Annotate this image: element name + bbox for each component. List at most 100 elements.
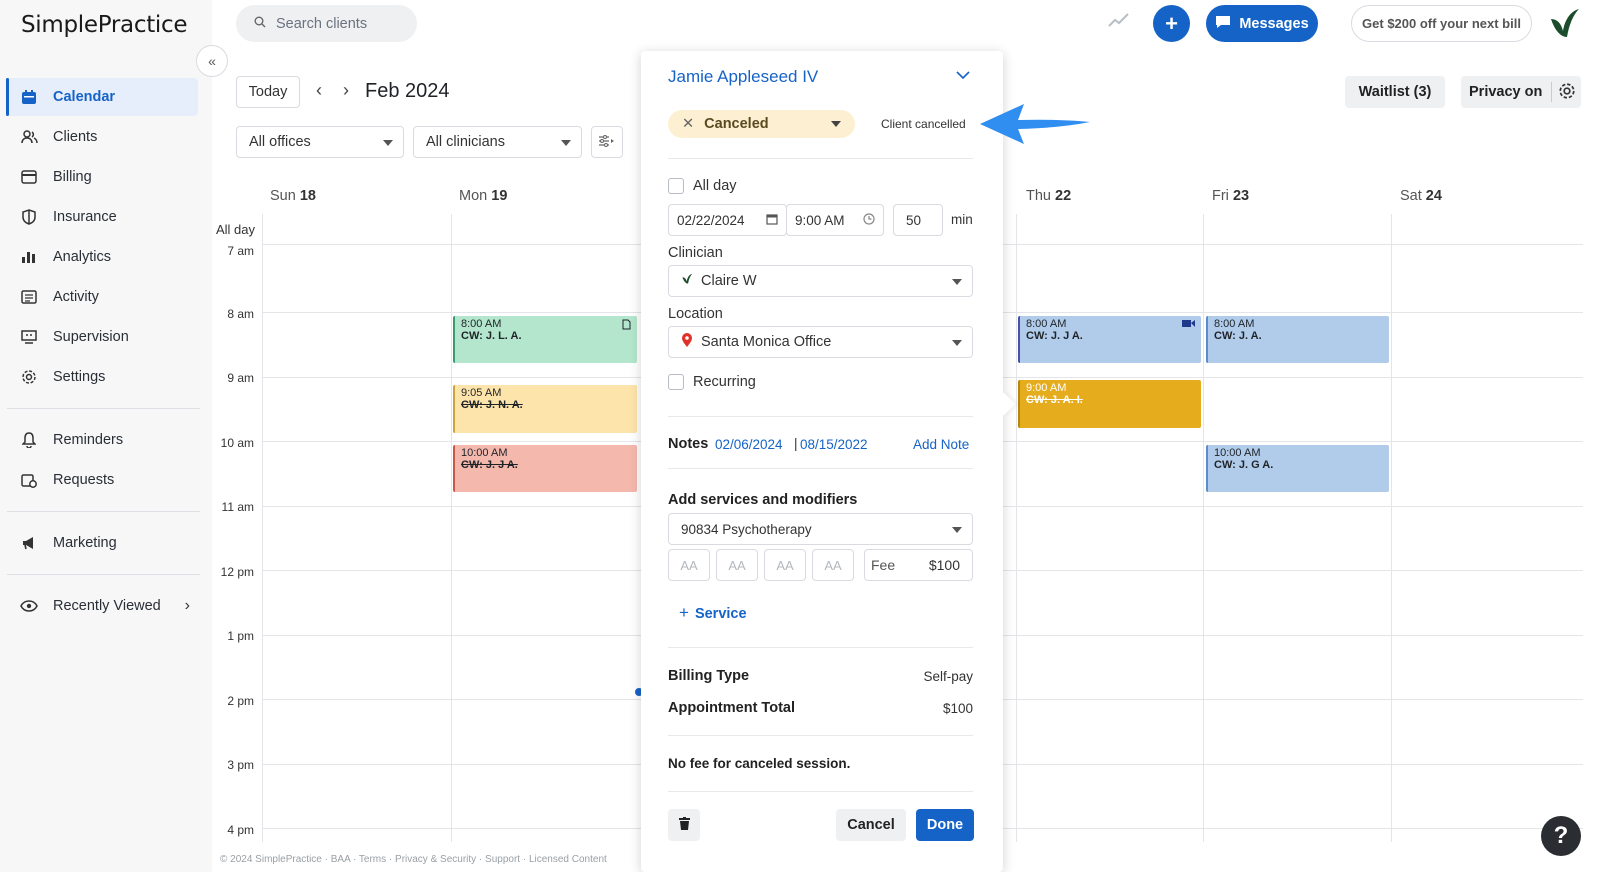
sidebar: SimplePractice Calendar Clients Billing …: [0, 0, 212, 872]
app-logo[interactable]: SimplePractice: [21, 12, 188, 38]
no-fee-message: No fee for canceled session.: [668, 756, 851, 771]
modifier-input[interactable]: AA: [812, 549, 854, 581]
close-icon: ✕: [682, 116, 695, 132]
client-name-link[interactable]: Jamie Appleseed IV: [668, 67, 818, 87]
hour-label: 9 am: [227, 371, 254, 385]
note-link[interactable]: 02/06/2024: [715, 437, 783, 452]
appointment-event[interactable]: 9:05 AM CW: J. N. A.: [453, 385, 637, 433]
sidebar-item-billing[interactable]: Billing: [7, 158, 198, 196]
day-header-sun[interactable]: Sun 18: [270, 188, 316, 204]
credit-card-icon: [20, 168, 38, 186]
add-service-button[interactable]: + Service: [679, 603, 747, 623]
appointment-event[interactable]: 8:00 AM CW: J. L. A.: [453, 316, 637, 363]
plus-icon: +: [679, 603, 689, 622]
all-day-checkbox[interactable]: [668, 178, 684, 194]
sidebar-item-requests[interactable]: Requests: [7, 461, 198, 499]
messages-button[interactable]: Messages: [1206, 5, 1318, 42]
chevron-right-icon[interactable]: ›: [343, 80, 349, 101]
sidebar-item-insurance[interactable]: Insurance: [7, 198, 198, 236]
event-time: 10:00 AM: [1214, 447, 1261, 459]
offices-select[interactable]: All offices: [236, 126, 404, 158]
day-header-fri[interactable]: Fri 23: [1212, 188, 1249, 204]
duration-input[interactable]: 50: [893, 204, 943, 236]
user-avatar[interactable]: [1547, 7, 1581, 41]
modifier-input[interactable]: AA: [764, 549, 806, 581]
done-button[interactable]: Done: [916, 809, 974, 841]
sidebar-item-recently-viewed[interactable]: Recently Viewed ›: [7, 587, 198, 625]
footer-links[interactable]: © 2024 SimplePractice · BAA · Terms · Pr…: [220, 854, 607, 865]
event-client: CW: J. G A.: [1214, 459, 1274, 471]
filter-settings-button[interactable]: [591, 126, 623, 158]
today-button[interactable]: Today: [236, 76, 300, 108]
sidebar-item-marketing[interactable]: Marketing: [7, 524, 198, 562]
clock-icon: [863, 213, 875, 228]
privacy-toggle-button[interactable]: Privacy on: [1461, 76, 1581, 108]
gear-icon[interactable]: [1558, 82, 1576, 104]
location-select[interactable]: Santa Monica Office: [668, 326, 973, 358]
day-header-mon[interactable]: Mon 19: [459, 188, 507, 204]
event-time: 8:00 AM: [1214, 318, 1255, 330]
sidebar-item-clients[interactable]: Clients: [7, 118, 198, 156]
search-input[interactable]: Search clients: [236, 5, 417, 42]
sidebar-item-activity[interactable]: Activity: [7, 278, 198, 316]
privacy-label: Privacy on: [1469, 84, 1543, 100]
help-button[interactable]: ?: [1541, 816, 1581, 856]
modifier-input[interactable]: AA: [668, 549, 710, 581]
hour-label: 12 pm: [220, 565, 254, 579]
question-icon: ?: [1553, 822, 1569, 849]
double-chevron-left-icon: «: [208, 53, 216, 69]
fee-input[interactable]: Fee $100: [864, 549, 973, 581]
chevron-down-icon[interactable]: [956, 67, 970, 83]
event-client: CW: J. N. A.: [461, 399, 523, 411]
add-note-link[interactable]: Add Note: [913, 437, 969, 452]
event-time: 9:05 AM: [461, 387, 502, 399]
appointment-event[interactable]: 10:00 AM CW: J. G A.: [1206, 445, 1389, 492]
note-link[interactable]: 08/15/2022: [800, 437, 868, 452]
eye-icon: [20, 597, 38, 615]
event-time: 9:00 AM: [1026, 382, 1067, 394]
event-client: CW: J. A.: [1214, 330, 1262, 342]
fee-label: Fee: [871, 557, 896, 573]
clinician-avatar-icon: [681, 273, 693, 289]
waitlist-button[interactable]: Waitlist (3): [1345, 76, 1445, 108]
calendar-icon: [766, 213, 778, 228]
delete-button[interactable]: [668, 809, 700, 841]
appointment-event[interactable]: 9:00 AM CW: J. A. I.: [1018, 380, 1201, 428]
modifier-input[interactable]: AA: [716, 549, 758, 581]
users-icon: [20, 128, 38, 146]
sidebar-item-analytics[interactable]: Analytics: [7, 238, 198, 276]
recurring-checkbox[interactable]: [668, 374, 684, 390]
clinician-value: Claire W: [701, 273, 757, 289]
time-input[interactable]: 9:00 AM: [786, 204, 884, 236]
service-value: 90834 Psychotherapy: [681, 521, 812, 537]
sidebar-item-reminders[interactable]: Reminders: [7, 421, 198, 459]
sidebar-item-settings[interactable]: Settings: [7, 358, 198, 396]
appointment-status-select[interactable]: ✕ Canceled: [668, 110, 855, 138]
clinicians-select[interactable]: All clinicians: [413, 126, 582, 158]
sidebar-item-calendar[interactable]: Calendar: [6, 78, 198, 116]
date-input[interactable]: 02/22/2024: [668, 204, 787, 236]
chevron-left-icon[interactable]: ‹: [316, 80, 322, 101]
sidebar-item-supervision[interactable]: Supervision: [7, 318, 198, 356]
appointment-event[interactable]: 8:00 AM CW: J. A.: [1206, 316, 1389, 363]
allday-label: All day: [216, 222, 256, 237]
appointment-popover: Jamie Appleseed IV ✕ Canceled Client can…: [641, 51, 1003, 872]
appointment-event[interactable]: 8:00 AM CW: J. J A.: [1018, 316, 1201, 363]
sidebar-item-label: Clients: [53, 129, 98, 145]
appointment-event[interactable]: 10:00 AM CW: J. J A.: [453, 445, 637, 492]
promo-button[interactable]: Get $200 off your next bill: [1351, 5, 1532, 42]
service-select[interactable]: 90834 Psychotherapy: [668, 513, 973, 545]
cancel-button[interactable]: Cancel: [836, 809, 906, 841]
map-pin-icon: [681, 332, 693, 352]
trending-icon[interactable]: [1108, 12, 1130, 31]
hour-label: 10 am: [220, 436, 254, 450]
messages-label: Messages: [1239, 15, 1309, 32]
date-value: 02/22/2024: [677, 212, 745, 228]
hour-label: 7 am: [227, 244, 254, 258]
clinician-select[interactable]: Claire W: [668, 265, 973, 297]
location-value: Santa Monica Office: [701, 334, 832, 350]
collapse-sidebar-button[interactable]: «: [196, 45, 228, 77]
day-header-thu[interactable]: Thu 22: [1026, 188, 1071, 204]
day-header-sat[interactable]: Sat 24: [1400, 188, 1442, 204]
create-new-button[interactable]: +: [1153, 5, 1190, 42]
